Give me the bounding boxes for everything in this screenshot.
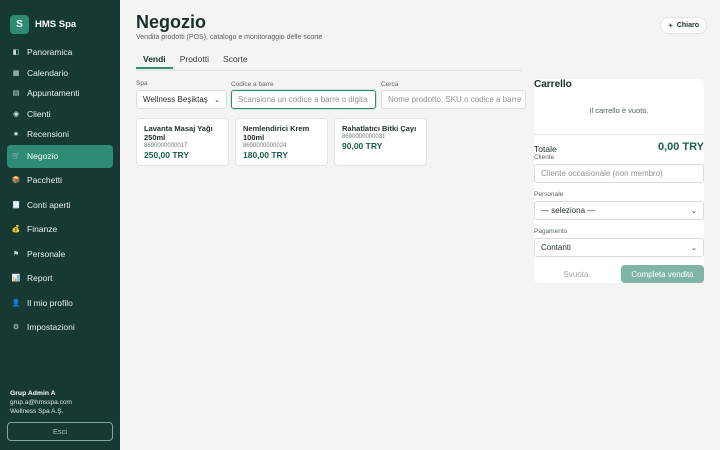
main-content: Negozio Vendita prodotti (POS), catalogo…	[120, 0, 720, 450]
spa-select[interactable]: Wellness Beşiktaş ⌄	[136, 90, 227, 109]
cart-divider	[534, 134, 704, 135]
package-icon: 📦	[11, 177, 21, 184]
user-name: Grup Admin A	[10, 390, 56, 397]
search-input[interactable]: Nome prodotto, SKU o codice a barre	[381, 90, 526, 109]
sidebar-item-label: Recensioni	[27, 129, 70, 139]
sidebar-item-il-mio-profilo[interactable]: 👤 Il mio profilo	[7, 291, 113, 315]
cart-panel: Carrello Il carrello è vuoto. Totale 0,0…	[534, 79, 704, 283]
dashboard-icon: ◧	[12, 49, 20, 56]
product-name: Nemlendirici Krem 100ml	[243, 124, 310, 142]
total-label: Totale	[534, 144, 557, 154]
spa-label: Spa	[136, 80, 148, 87]
payment-select[interactable]: Contanti ⌄	[534, 238, 704, 257]
sidebar-item-label: Report	[27, 273, 53, 283]
product-sku: 8690000000017	[144, 143, 188, 149]
sidebar-item-label: Panoramica	[27, 47, 73, 57]
spa-select-value: Wellness Beşiktaş	[143, 95, 208, 104]
appointments-icon: ▤	[12, 90, 20, 97]
chevron-down-icon: ⌄	[691, 207, 697, 215]
staff-select-value: — seleziona —	[541, 206, 596, 215]
logout-button[interactable]: Esci	[7, 422, 113, 441]
user-icon: 👤	[11, 299, 21, 307]
sidebar-item-label: Calendario	[27, 67, 69, 78]
sidebar-item-pacchetti[interactable]: 📦 Pacchetti	[7, 168, 113, 192]
app: S HMS Spa ◧ Panoramica ▦ Calendario ▤ Appun…	[0, 0, 720, 450]
barcode-input[interactable]: Scansiona un codice a barre o digita	[231, 90, 376, 109]
cart-title: Carrello	[534, 79, 572, 90]
sidebar-item-report[interactable]: 📊 Report	[7, 266, 113, 290]
sidebar-item-label: Appuntamenti	[27, 88, 80, 98]
user-info: Grup Admin A grup.a@hmsspa.com Wellness …	[10, 389, 72, 416]
sidebar-item-label: Personale	[27, 248, 66, 259]
sidebar-item-impostazioni[interactable]: ⚙ Impostazioni	[7, 315, 113, 339]
sidebar-item-label: Il mio profilo	[27, 297, 73, 308]
user-email: grup.a@hmsspa.com	[10, 399, 72, 406]
calendar-icon: ▦	[12, 69, 20, 77]
sidebar-item-label: Pacchetti	[27, 175, 62, 185]
sidebar-item-label: Finanze	[27, 224, 58, 234]
staff-select[interactable]: — seleziona — ⌄	[534, 201, 704, 220]
product-card[interactable]: Nemlendirici Krem 100ml 8690000000024 18…	[235, 118, 328, 166]
tab-bar: Vendi Prodotti Scorte	[136, 54, 255, 69]
page-title: Negozio	[136, 12, 206, 32]
sidebar-item-calendario[interactable]: ▦ Calendario	[7, 63, 113, 83]
sidebar-item-finanze[interactable]: 💰 Finanze	[7, 217, 113, 241]
page-subtitle: Vendita prodotti (POS), catalogo e monit…	[136, 34, 323, 41]
payment-label: Pagamento	[534, 228, 568, 235]
money-bag-icon: 💰	[11, 226, 21, 233]
client-input[interactable]: Cliente occasionale (non membro)	[534, 164, 704, 183]
product-sku: 8690000000031	[342, 134, 386, 140]
complete-sale-button[interactable]: Completa vendita	[621, 265, 704, 283]
theme-toggle-button[interactable]: ☀ Chiaro	[659, 17, 707, 34]
tabs-divider	[136, 70, 522, 71]
sidebar-item-negozio[interactable]: 🛒 Negozio	[7, 144, 113, 168]
product-card[interactable]: Lavanta Masaj Yağı 250ml 8690000000017 2…	[136, 118, 229, 166]
sidebar-item-label: Negozio	[27, 151, 59, 161]
tab-prodotti[interactable]: Prodotti	[173, 54, 216, 69]
sidebar-item-personale[interactable]: ⚑ Personale	[7, 242, 113, 266]
sidebar-item-clienti[interactable]: ◉ Clienti	[7, 104, 113, 124]
brand-logo: S	[10, 14, 29, 34]
staff-label: Personale	[534, 191, 564, 198]
flag-icon: ⚑	[12, 250, 20, 258]
sidebar-item-conti-aperti[interactable]: 🧾 Conti aperti	[7, 193, 113, 217]
product-card[interactable]: Rahatlatıcı Bitki Çayı 8690000000031 90,…	[334, 118, 427, 166]
barcode-label: Codice a barre	[231, 81, 274, 88]
cart-empty-message: Il carrello è vuoto.	[589, 106, 649, 115]
product-price: 180,00 TRY	[243, 150, 289, 160]
receipt-icon: 🧾	[11, 201, 21, 209]
brand[interactable]: S HMS Spa	[0, 0, 120, 38]
chevron-down-icon: ⌄	[691, 244, 697, 252]
sidebar-item-label: Conti aperti	[27, 199, 71, 210]
clients-icon: ◉	[12, 110, 20, 118]
sidebar-item-label: Impostazioni	[27, 322, 75, 332]
tab-scorte[interactable]: Scorte	[216, 54, 255, 69]
sun-icon: ☀	[667, 22, 674, 30]
tab-vendi[interactable]: Vendi	[136, 54, 173, 69]
gear-icon: ⚙	[12, 324, 20, 331]
brand-name: HMS Spa	[35, 18, 77, 30]
sidebar-item-recensioni[interactable]: ★ Recensioni	[7, 124, 113, 144]
user-company: Wellness Spa A.Ş.	[10, 408, 64, 415]
theme-label: Chiaro	[676, 22, 699, 29]
product-name: Lavanta Masaj Yağı 250ml	[144, 124, 213, 142]
star-icon: ★	[12, 131, 20, 138]
sidebar-item-appuntamenti[interactable]: ▤ Appuntamenti	[7, 83, 113, 103]
product-sku: 8690000000024	[243, 143, 287, 149]
sidebar-nav: ◧ Panoramica ▦ Calendario ▤ Appuntamenti ◉ C…	[0, 42, 120, 339]
bar-chart-icon: 📊	[11, 275, 21, 282]
clear-cart-button[interactable]: Svuota	[534, 265, 618, 283]
sidebar-item-panoramica[interactable]: ◧ Panoramica	[7, 42, 113, 62]
cart-icon: 🛒	[11, 153, 21, 160]
sidebar-item-label: Clienti	[27, 108, 51, 119]
chevron-down-icon: ⌄	[214, 96, 220, 104]
product-price: 90,00 TRY	[342, 141, 383, 151]
product-name: Rahatlatıcı Bitki Çayı	[342, 124, 417, 133]
product-price: 250,00 TRY	[144, 150, 190, 160]
total-value: 0,00 TRY	[657, 141, 704, 153]
search-label: Cerca	[381, 81, 399, 88]
client-label: Cliente	[534, 154, 555, 161]
payment-select-value: Contanti	[541, 243, 571, 252]
sidebar: S HMS Spa ◧ Panoramica ▦ Calendario ▤ Appun…	[0, 0, 120, 450]
